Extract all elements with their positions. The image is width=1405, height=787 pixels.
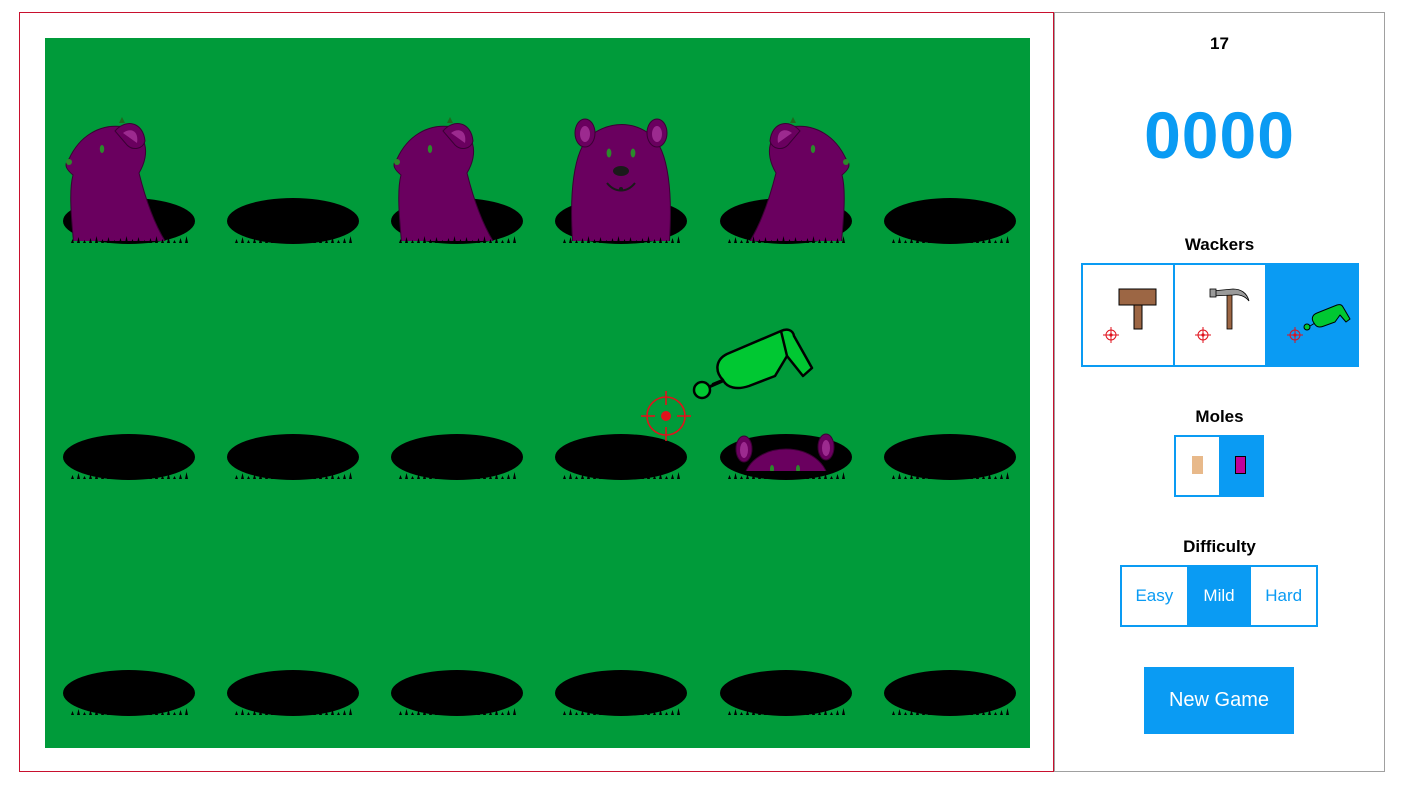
hole-r0-c0[interactable]: [63, 108, 223, 258]
side-panel: 17 0000 Wackers Moles Difficulty Easy Mi…: [1054, 12, 1385, 772]
hole-r2-c1[interactable]: [227, 580, 387, 730]
hole-r2-c4[interactable]: [720, 580, 880, 730]
mole-hole: [720, 670, 852, 716]
wacker-option-mallet[interactable]: [1083, 265, 1173, 365]
difficulty-title: Difficulty: [1183, 537, 1256, 556]
hole-r2-c5[interactable]: [884, 580, 1030, 730]
mole-swatch-tan: [1191, 456, 1203, 474]
difficulty-selector: Easy Mild Hard: [1120, 565, 1318, 627]
hole-r1-c0[interactable]: [63, 344, 223, 494]
mole-hole: [227, 434, 359, 480]
wacker-option-hammer[interactable]: [1173, 265, 1265, 365]
hole-r0-c2[interactable]: [391, 108, 551, 258]
hammer-icon: [1195, 288, 1250, 343]
mole-in-hole: [555, 118, 687, 244]
mole-in-hole: [63, 117, 195, 244]
difficulty-easy[interactable]: Easy: [1122, 567, 1187, 625]
mallet-icon: [1103, 288, 1157, 343]
hole-r2-c3[interactable]: [555, 580, 715, 730]
hole-r1-c5[interactable]: [884, 344, 1030, 494]
hole-r2-c0[interactable]: [63, 580, 223, 730]
wacker-selector: [1081, 263, 1359, 367]
wackers-title: Wackers: [1184, 235, 1255, 254]
mole-hole: [884, 198, 1016, 244]
mole-hole: [63, 670, 195, 716]
water-cannon-icon: [1287, 304, 1351, 343]
mole-in-hole: [391, 117, 523, 244]
mole-hole: [227, 198, 359, 244]
mole-in-hole: [720, 117, 852, 244]
mole-option-purple[interactable]: [1219, 437, 1262, 495]
mole-hole: [555, 670, 687, 716]
mole-hole: [63, 434, 195, 480]
crosshair-icon: [639, 389, 693, 443]
mole-color-selector: [1174, 435, 1264, 497]
hole-r1-c2[interactable]: [391, 344, 551, 494]
mole-option-tan[interactable]: [1176, 437, 1219, 495]
mole-hole: [884, 670, 1016, 716]
score-display: 0000: [1144, 98, 1295, 172]
hole-r0-c3[interactable]: [555, 108, 715, 258]
playing-field[interactable]: [45, 38, 1030, 748]
water-cannon-icon: [685, 320, 825, 405]
hole-r0-c1[interactable]: [227, 108, 387, 258]
mole-hole: [227, 670, 359, 716]
mole-hole: [391, 670, 523, 716]
difficulty-hard[interactable]: Hard: [1251, 567, 1317, 625]
timer: 17: [1210, 34, 1229, 53]
difficulty-mild[interactable]: Mild: [1186, 567, 1252, 625]
mole-hole: [884, 434, 1016, 480]
moles-title: Moles: [1195, 407, 1244, 426]
new-game-button[interactable]: New Game: [1144, 667, 1294, 734]
mole-hole: [391, 434, 523, 480]
hole-r2-c2[interactable]: [391, 580, 551, 730]
wacker-option-water-cannon[interactable]: [1265, 265, 1357, 365]
hole-r0-c4[interactable]: [720, 108, 880, 258]
hole-r0-c5[interactable]: [884, 108, 1030, 258]
mole-swatch-purple: [1234, 456, 1246, 474]
hole-r1-c1[interactable]: [227, 344, 387, 494]
